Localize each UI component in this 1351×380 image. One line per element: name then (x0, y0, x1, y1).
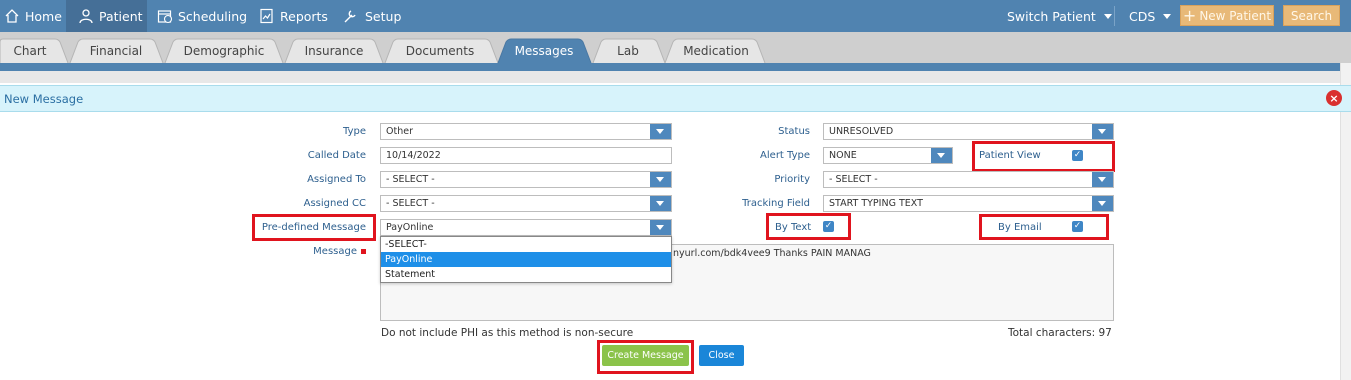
chevron-down-icon (650, 196, 671, 211)
status-value: UNRESOLVED (829, 126, 894, 137)
predefined-message-options: -SELECT- PayOnline Statement (380, 236, 672, 283)
assigned-cc-label: Assigned CC (303, 198, 366, 209)
nav-setup[interactable]: Setup (342, 0, 401, 32)
report-chart-icon (260, 8, 273, 24)
switch-patient-dropdown[interactable]: Switch Patient (1007, 0, 1112, 32)
option-select[interactable]: -SELECT- (381, 237, 671, 252)
priority-label: Priority (774, 174, 810, 185)
total-characters: Total characters: 97 (1008, 327, 1112, 339)
tab-chart[interactable]: Chart (10, 44, 50, 58)
search-button[interactable]: Search (1283, 5, 1340, 26)
cds-label: CDS (1129, 8, 1156, 24)
nav-patient-label: Patient (99, 8, 143, 24)
tab-financial[interactable]: Financial (86, 44, 146, 58)
predefined-message-select[interactable]: PayOnline (380, 219, 672, 236)
called-date-label: Called Date (307, 150, 366, 161)
nav-home[interactable]: Home (4, 0, 62, 32)
type-value: Other (386, 126, 413, 137)
nav-home-label: Home (25, 8, 62, 24)
nav-scheduling-label: Scheduling (178, 8, 248, 24)
alert-type-label: Alert Type (760, 150, 810, 161)
plus-icon: + (1182, 5, 1197, 25)
alert-type-select[interactable]: NONE (823, 147, 953, 164)
person-icon (79, 9, 93, 24)
tab-medication[interactable]: Medication (680, 44, 752, 58)
cds-dropdown[interactable]: CDS (1129, 0, 1172, 32)
home-icon (5, 9, 19, 23)
highlight-by-email (979, 214, 1109, 240)
highlight-predefined-label (252, 214, 376, 241)
tab-insurance[interactable]: Insurance (300, 44, 368, 58)
assigned-to-select[interactable]: - SELECT - (380, 171, 672, 188)
tracking-field-select[interactable]: START TYPING TEXT (823, 195, 1114, 212)
assigned-cc-value: - SELECT - (386, 198, 435, 209)
new-patient-label: New Patient (1199, 8, 1272, 23)
highlight-by-text (766, 213, 851, 240)
option-statement[interactable]: Statement (381, 267, 671, 282)
assigned-to-value: - SELECT - (386, 174, 435, 185)
type-select[interactable]: Other (380, 123, 672, 140)
chevron-down-icon (1163, 13, 1172, 19)
priority-value: - SELECT - (829, 174, 878, 185)
close-icon[interactable]: × (1326, 90, 1342, 106)
nav-patient[interactable]: Patient (66, 0, 147, 32)
tab-documents[interactable]: Documents (400, 44, 480, 58)
required-marker (361, 248, 366, 254)
nav-reports[interactable]: Reports (259, 0, 328, 32)
option-payonline[interactable]: PayOnline (381, 252, 671, 267)
tracking-field-value: START TYPING TEXT (829, 198, 923, 209)
highlight-patient-view (972, 141, 1115, 172)
chevron-down-icon (650, 220, 671, 235)
panel-title: New Message (4, 92, 84, 106)
tab-messages[interactable]: Messages (512, 44, 576, 58)
tracking-field-label: Tracking Field (742, 198, 810, 209)
nav-setup-label: Setup (365, 8, 402, 24)
predefined-message-value: PayOnline (386, 222, 434, 233)
phi-warning: Do not include PHI as this method is non… (381, 327, 634, 339)
tab-underline (0, 63, 1340, 71)
content-top-gap (0, 71, 1340, 83)
search-label: Search (1290, 8, 1333, 23)
priority-select[interactable]: - SELECT - (823, 171, 1114, 188)
chevron-down-icon (1092, 196, 1113, 211)
chevron-down-icon (1092, 124, 1113, 139)
nav-reports-label: Reports (280, 8, 328, 24)
message-label: Message (280, 246, 366, 257)
alert-type-value: NONE (829, 150, 857, 161)
tab-demographic[interactable]: Demographic (180, 44, 268, 58)
nav-scheduling[interactable]: Scheduling (157, 0, 247, 32)
chevron-down-icon (650, 124, 671, 139)
highlight-create-button (597, 340, 694, 374)
switch-patient-label: Switch Patient (1007, 8, 1096, 24)
message-label-text: Message (313, 246, 357, 257)
calendar-clock-icon (157, 10, 173, 24)
wrench-icon (344, 10, 356, 23)
type-label: Type (343, 126, 366, 137)
close-button[interactable]: Close (699, 345, 744, 366)
chevron-down-icon (931, 148, 952, 163)
assigned-to-label: Assigned To (307, 174, 366, 185)
new-patient-button[interactable]: + New Patient (1180, 5, 1274, 26)
chevron-down-icon (1092, 172, 1113, 187)
status-select[interactable]: UNRESOLVED (823, 123, 1114, 140)
chevron-down-icon (1103, 13, 1112, 19)
chevron-down-icon (650, 172, 671, 187)
nav-divider (1114, 6, 1115, 26)
message-text: nyurl.com/bdk4vee9 Thanks PAIN MANAG (673, 248, 871, 259)
status-label: Status (778, 126, 810, 137)
assigned-cc-select[interactable]: - SELECT - (380, 195, 672, 212)
panel-header (0, 85, 1351, 112)
tab-lab[interactable]: Lab (610, 44, 646, 58)
called-date-input[interactable]: 10/14/2022 (380, 147, 672, 164)
